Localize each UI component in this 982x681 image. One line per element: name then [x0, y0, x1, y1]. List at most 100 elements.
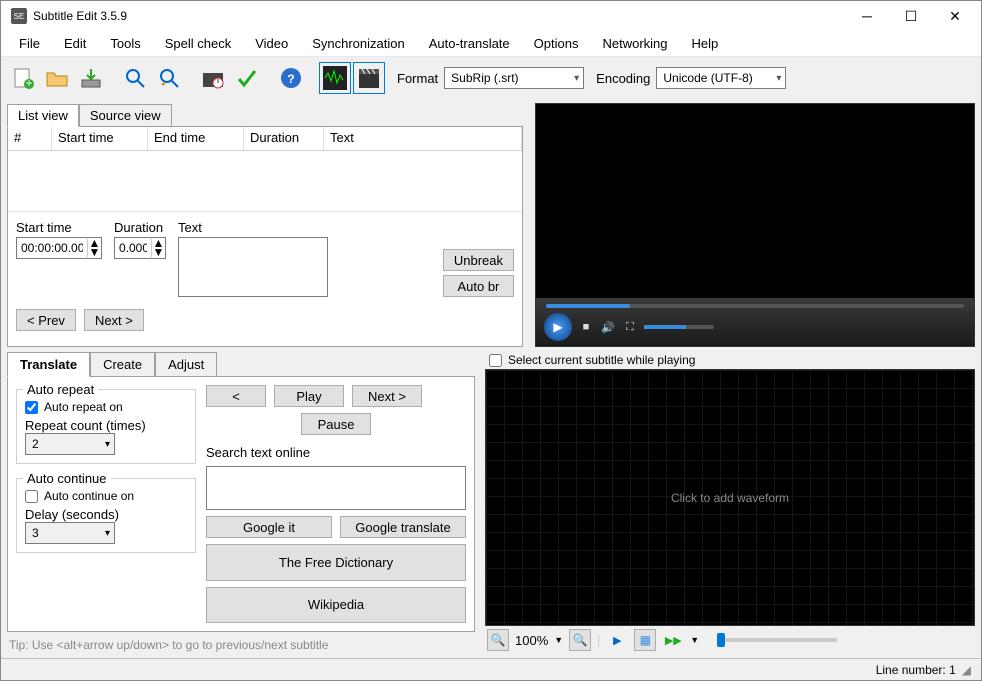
menu-tools[interactable]: Tools [98, 33, 152, 54]
tab-source-view[interactable]: Source view [79, 104, 172, 127]
replace-button[interactable] [153, 62, 185, 94]
waveform-position-slider[interactable] [717, 638, 837, 642]
statusbar: Line number: 1 ◢ [1, 658, 981, 680]
svg-text:+: + [25, 76, 32, 90]
edit-panel: Start time ▲▼ Duration ▲▼ Text Unbrea [8, 211, 522, 303]
auto-continue-legend: Auto continue [23, 471, 111, 486]
google-it-button[interactable]: Google it [206, 516, 332, 538]
menu-edit[interactable]: Edit [52, 33, 98, 54]
auto-continue-group: Auto continue Auto continue on Delay (se… [16, 478, 196, 553]
col-duration[interactable]: Duration [244, 127, 324, 150]
grid-header: # Start time End time Duration Text [8, 127, 522, 151]
start-time-input[interactable] [17, 238, 87, 258]
toolbar: + ? Format SubRip (.srt) Encoding Unicod… [1, 57, 981, 99]
start-time-spinner[interactable]: ▲▼ [16, 237, 102, 259]
resize-grip-icon[interactable]: ◢ [962, 663, 971, 677]
video-stop-button[interactable]: ■ [578, 319, 594, 335]
menu-file[interactable]: File [7, 33, 52, 54]
wf-play-button[interactable]: ▶ [606, 629, 628, 651]
encoding-combo[interactable]: Unicode (UTF-8) [656, 67, 786, 89]
zoom-dropdown-icon[interactable]: ▼ [554, 635, 563, 645]
unbreak-button[interactable]: Unbreak [443, 249, 514, 271]
translate-pause-button[interactable]: Pause [301, 413, 371, 435]
subtitle-grid[interactable]: # Start time End time Duration Text Star… [7, 126, 523, 347]
subtitle-list-pane: List view Source view # Start time End t… [7, 103, 523, 347]
video-toggle-button[interactable] [353, 62, 385, 94]
select-while-playing-checkbox[interactable]: Select current subtitle while playing [485, 351, 975, 369]
prev-button[interactable]: < Prev [16, 309, 76, 331]
video-seekbar[interactable] [546, 304, 964, 308]
google-translate-button[interactable]: Google translate [340, 516, 466, 538]
translate-play-button[interactable]: Play [274, 385, 344, 407]
repeat-count-select[interactable]: 2 [25, 433, 115, 455]
svg-text:?: ? [287, 72, 294, 86]
fullscreen-icon[interactable]: ⛶ [622, 319, 638, 335]
new-button[interactable]: + [7, 62, 39, 94]
free-dictionary-button[interactable]: The Free Dictionary [206, 544, 466, 581]
zoom-in-button[interactable]: 🔍 [569, 629, 591, 651]
volume-icon[interactable]: 🔊 [600, 319, 616, 335]
lower-pane: Translate Create Adjust Auto repeat Auto… [7, 351, 975, 654]
zoom-out-button[interactable]: 🔍 [487, 629, 509, 651]
col-end[interactable]: End time [148, 127, 244, 150]
duration-spinner[interactable]: ▲▼ [114, 237, 166, 259]
wf-next-button[interactable]: ▶▶ [662, 629, 684, 651]
app-window: SE Subtitle Edit 3.5.9 ─ ☐ ✕ File Edit T… [0, 0, 982, 681]
window-buttons: ─ ☐ ✕ [845, 2, 977, 30]
col-start[interactable]: Start time [52, 127, 148, 150]
format-combo[interactable]: SubRip (.srt) [444, 67, 584, 89]
translate-pane: Translate Create Adjust Auto repeat Auto… [7, 351, 475, 654]
video-play-button[interactable]: ▶ [544, 313, 572, 341]
search-online-input[interactable] [206, 466, 466, 510]
next-button[interactable]: Next > [84, 309, 144, 331]
close-button[interactable]: ✕ [933, 2, 977, 30]
find-button[interactable] [119, 62, 151, 94]
translate-next-button[interactable]: Next > [352, 385, 422, 407]
menu-help[interactable]: Help [680, 33, 731, 54]
volume-slider[interactable] [644, 325, 714, 329]
menu-autotranslate[interactable]: Auto-translate [417, 33, 522, 54]
menu-spellcheck[interactable]: Spell check [153, 33, 243, 54]
subtitle-text-input[interactable] [178, 237, 328, 297]
waveform-controls: 🔍 100% ▼ 🔍 | ▶ ▦ ▶▶ ▼ [485, 626, 975, 654]
menu-synchronization[interactable]: Synchronization [300, 33, 417, 54]
translate-back-button[interactable]: < [206, 385, 266, 407]
grid-body[interactable] [8, 151, 522, 211]
wf-center-button[interactable]: ▦ [634, 629, 656, 651]
waveform-display[interactable]: Click to add waveform [485, 369, 975, 626]
tab-translate[interactable]: Translate [7, 352, 90, 377]
titlebar: SE Subtitle Edit 3.5.9 ─ ☐ ✕ [1, 1, 981, 31]
tab-list-view[interactable]: List view [7, 104, 79, 127]
waveform-toggle-button[interactable] [319, 62, 351, 94]
tab-adjust[interactable]: Adjust [155, 352, 217, 377]
col-text[interactable]: Text [324, 127, 522, 150]
clapperboard-icon [357, 66, 381, 90]
save-button[interactable] [75, 62, 107, 94]
format-label: Format [397, 71, 438, 86]
video-display[interactable] [536, 104, 974, 298]
visual-sync-button[interactable] [197, 62, 229, 94]
menu-networking[interactable]: Networking [590, 33, 679, 54]
delay-select[interactable]: 3 [25, 522, 115, 544]
autobr-button[interactable]: Auto br [443, 275, 514, 297]
col-number[interactable]: # [8, 127, 52, 150]
menu-video[interactable]: Video [243, 33, 300, 54]
tab-create[interactable]: Create [90, 352, 155, 377]
open-button[interactable] [41, 62, 73, 94]
list-tabs: List view Source view [7, 103, 523, 126]
grid-icon: ▦ [640, 633, 651, 647]
wf-dropdown-icon[interactable]: ▼ [690, 635, 699, 645]
spellcheck-button[interactable] [231, 62, 263, 94]
maximize-button[interactable]: ☐ [889, 2, 933, 30]
save-icon [79, 66, 103, 90]
new-file-icon: + [11, 66, 35, 90]
duration-input[interactable] [115, 238, 151, 258]
tip-text: Tip: Use <alt+arrow up/down> to go to pr… [7, 632, 475, 654]
auto-continue-checkbox[interactable]: Auto continue on [25, 489, 187, 503]
auto-repeat-group: Auto repeat Auto repeat on Repeat count … [16, 389, 196, 464]
help-button[interactable]: ? [275, 62, 307, 94]
menu-options[interactable]: Options [522, 33, 591, 54]
wikipedia-button[interactable]: Wikipedia [206, 587, 466, 624]
auto-repeat-checkbox[interactable]: Auto repeat on [25, 400, 187, 414]
minimize-button[interactable]: ─ [845, 2, 889, 30]
